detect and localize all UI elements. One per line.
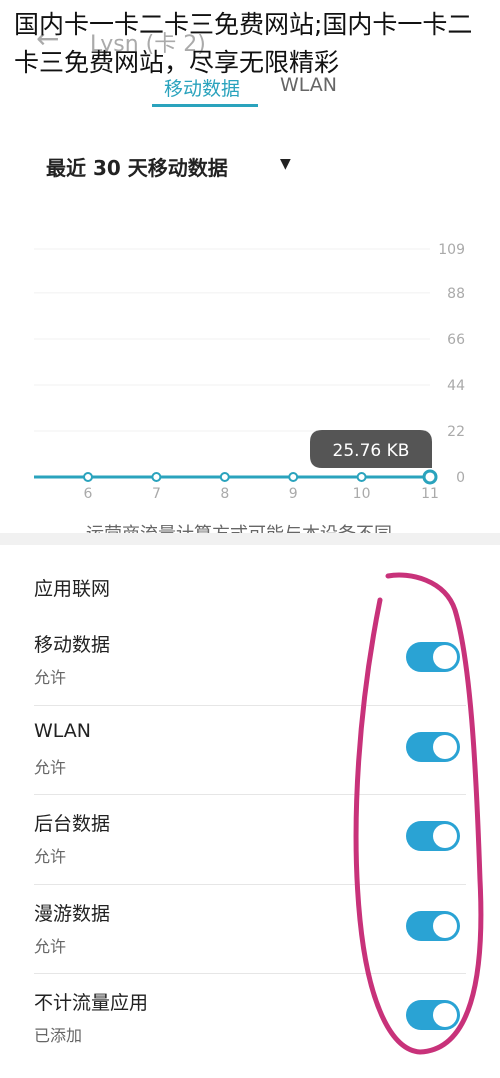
toggle-knob: [433, 734, 457, 759]
data-point[interactable]: [219, 472, 230, 482]
toggle-knob: [433, 1003, 457, 1027]
setting-toggle[interactable]: [406, 821, 460, 851]
y-tick-label: 109: [438, 242, 465, 258]
range-selector[interactable]: 最近 30 天移动数据: [46, 152, 228, 181]
setting-title: 移动数据: [34, 634, 111, 656]
setting-subtitle: 允许: [34, 847, 67, 866]
data-point[interactable]: [288, 472, 299, 482]
setting-subtitle: 允许: [34, 936, 67, 956]
x-tick-label: 8: [220, 486, 229, 502]
row-divider: [34, 973, 466, 974]
section-title: 应用联网: [34, 578, 111, 600]
data-point[interactable]: [83, 472, 93, 482]
setting-title: 漫游数据: [34, 902, 111, 925]
data-point[interactable]: [151, 472, 162, 482]
setting-title: WLAN: [34, 719, 92, 742]
usage-chart: 0 22 44 66 88 109 6 7 8 9 10 11 25.76 KB: [34, 242, 465, 502]
toggle-knob: [433, 913, 457, 938]
x-tick-label: 9: [289, 486, 298, 502]
overlay-title: 国内卡一卡二卡三免费网站;国内卡一卡二卡三免费网站，尽享无限精彩: [14, 10, 473, 77]
setting-subtitle: 已添加: [34, 1026, 83, 1045]
row-divider: [34, 704, 466, 706]
y-tick-label: 66: [447, 332, 465, 348]
setting-row[interactable]: 后台数据 允许: [0, 794, 500, 899]
x-tick-label: 10: [353, 486, 371, 502]
y-tick-label: 0: [456, 470, 465, 486]
y-tick-label: 22: [447, 424, 465, 440]
toggle-knob: [433, 645, 457, 669]
y-tick-label: 44: [447, 378, 465, 394]
active-tab-indicator: [152, 104, 258, 107]
setting-row[interactable]: 漫游数据 允许: [0, 883, 500, 989]
y-tick-label: 88: [447, 286, 465, 302]
toggle-knob: [433, 824, 457, 848]
setting-toggle[interactable]: [406, 731, 460, 762]
setting-subtitle: 允许: [34, 757, 67, 777]
setting-title: 后台数据: [34, 813, 111, 835]
x-tick-label: 7: [152, 486, 161, 502]
data-point[interactable]: [422, 469, 438, 485]
setting-subtitle: 允许: [34, 668, 67, 687]
setting-row[interactable]: 移动数据 允许: [0, 630, 500, 720]
section-divider: [0, 533, 500, 545]
data-point[interactable]: [356, 472, 367, 482]
row-divider: [34, 794, 466, 795]
setting-toggle[interactable]: [406, 1000, 460, 1030]
setting-title: 不计流量应用: [34, 992, 149, 1014]
setting-row[interactable]: 不计流量应用 已添加: [0, 973, 500, 1078]
row-divider: [34, 883, 466, 885]
setting-toggle[interactable]: [406, 910, 460, 941]
x-tick-label: 11: [421, 486, 439, 502]
setting-toggle[interactable]: [406, 642, 460, 672]
tooltip-text: 25.76 KB: [333, 441, 410, 461]
caret-down-icon[interactable]: ▼: [280, 156, 291, 172]
x-tick-label: 6: [84, 486, 93, 502]
setting-row[interactable]: WLAN 允许: [0, 704, 500, 810]
